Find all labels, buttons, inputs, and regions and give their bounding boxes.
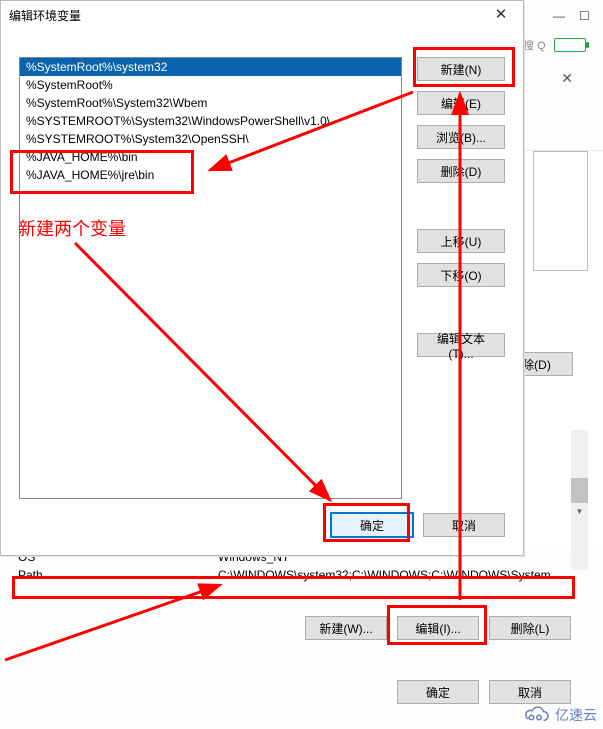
list-item[interactable]: %SystemRoot%\System32\Wbem	[20, 94, 401, 112]
window-maximize-icon: ☐	[579, 9, 595, 21]
list-item[interactable]: %SYSTEMROOT%\System32\WindowsPowerShell\…	[20, 112, 401, 130]
delete-button[interactable]: 删除(D)	[417, 159, 505, 183]
search-hint: 搜 Q	[523, 37, 546, 53]
new-button[interactable]: 新建(N)	[417, 57, 505, 81]
cloud-icon	[521, 706, 551, 724]
close-icon[interactable]: ✕	[561, 70, 573, 87]
cancel-button[interactable]: 取消	[489, 680, 571, 704]
list-item[interactable]: %SYSTEMROOT%\System32\OpenSSH\	[20, 130, 401, 148]
cell-var-value: C:\WINDOWS\system32;C:\WINDOWS;C:\WINDOW…	[215, 568, 588, 582]
new-w-button[interactable]: 新建(W)...	[305, 616, 387, 640]
scroll-down-arrow-icon[interactable]: ▼	[571, 503, 588, 520]
edit-i-button[interactable]: 编辑(I)...	[397, 616, 479, 640]
edit-text-button[interactable]: 编辑文本(T)...	[417, 333, 505, 357]
sysvar-button-row: 新建(W)... 编辑(I)... 删除(L)	[305, 616, 571, 640]
move-down-button[interactable]: 下移(O)	[417, 263, 505, 287]
parent-preview-box	[533, 151, 588, 271]
ok-button[interactable]: 确定	[331, 513, 413, 537]
list-item[interactable]: %SystemRoot%	[20, 76, 401, 94]
cell-var-name: Path	[15, 568, 215, 582]
cancel-button[interactable]: 取消	[423, 513, 505, 537]
watermark: 亿速云	[521, 705, 597, 725]
path-entries-list[interactable]: %SystemRoot%\system32 %SystemRoot% %Syst…	[19, 57, 402, 499]
dialog-bottom-row: 确定 取消	[397, 680, 571, 704]
edit-env-var-dialog: 编辑环境变量 ✕ %SystemRoot%\system32 %SystemRo…	[0, 0, 524, 556]
watermark-text: 亿速云	[555, 705, 597, 725]
battery-icon	[554, 38, 586, 52]
delete-l-button[interactable]: 删除(L)	[489, 616, 571, 640]
dialog-title: 编辑环境变量	[9, 7, 81, 24]
browse-button[interactable]: 浏览(B)...	[417, 125, 505, 149]
titlebar: 编辑环境变量 ✕	[1, 1, 523, 29]
list-item[interactable]: %SystemRoot%\system32	[20, 58, 401, 76]
window-minimize-icon: —	[553, 9, 569, 21]
list-item[interactable]: %JAVA_HOME%\bin	[20, 148, 401, 166]
close-button[interactable]: ✕	[481, 2, 521, 28]
list-item[interactable]: %JAVA_HOME%\jre\bin	[20, 166, 401, 184]
ok-button[interactable]: 确定	[397, 680, 479, 704]
move-up-button[interactable]: 上移(U)	[417, 229, 505, 253]
edit-button[interactable]: 编辑(E)	[417, 91, 505, 115]
